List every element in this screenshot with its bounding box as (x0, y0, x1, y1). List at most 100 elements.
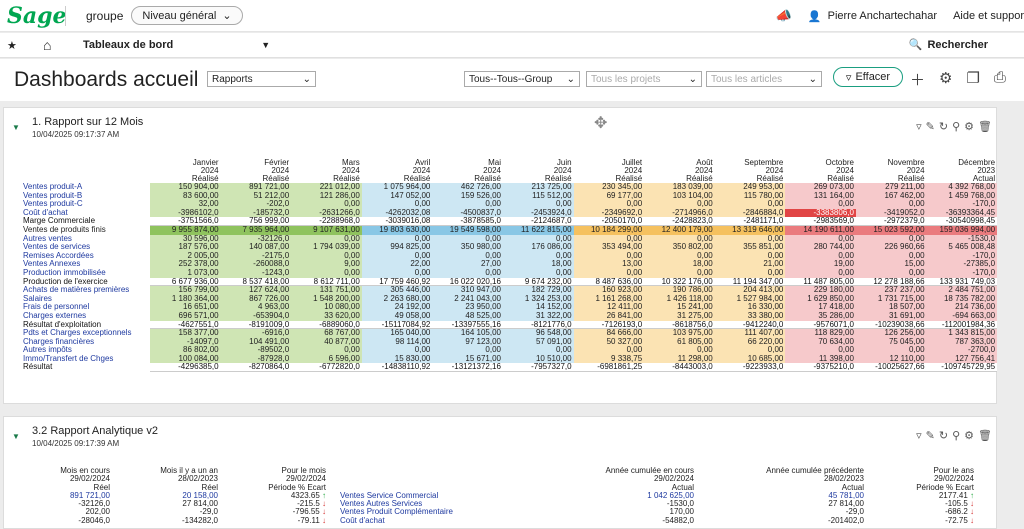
table-cell: -2050170,0 (573, 217, 645, 226)
megaphone-icon[interactable]: 📣 (776, 8, 792, 24)
row-label[interactable]: Ventes Service Commercial (328, 492, 576, 500)
table-cell: 75 045,00 (855, 337, 927, 347)
search-icon[interactable]: ⚲ (952, 120, 960, 133)
trash-icon[interactable]: 🗑 (978, 120, 992, 133)
table-row: Ventes produit-C 32,00 -202,0 0,00 0,00 0,00 0… (23, 200, 998, 209)
column-header: Juillet 2024 Réalisé (574, 159, 645, 183)
row-label[interactable]: Pdts et Charges exceptionnels (23, 329, 150, 338)
table-row: -32126,0 27 814,00 -215.5 ↓ Ventes Autres S… (4, 500, 998, 508)
gear-icon[interactable]: ⚙ (964, 120, 974, 133)
table-cell: 204 413,00 (714, 286, 786, 295)
group-filter-select[interactable]: Tous--Tous--Group ⌄ (464, 71, 580, 87)
table-cell: 6 677 936,00 (150, 277, 221, 287)
add-icon[interactable]: ＋ (910, 69, 925, 90)
projects-select[interactable]: Tous les projets ⌄ (586, 71, 702, 87)
row-label[interactable]: Ventes Produit Complémentaire (328, 508, 576, 516)
row-label[interactable]: Charges externes (23, 312, 150, 321)
search-button[interactable]: 🔍 Rechercher (909, 38, 988, 52)
edit-icon[interactable]: ✎ (926, 429, 935, 442)
move-icon[interactable]: ✥ (594, 113, 607, 133)
row-label[interactable]: Production immobilisée (23, 269, 150, 278)
print-icon[interactable]: ⎙ (994, 69, 1006, 90)
chevron-down-icon[interactable]: ▼ (261, 40, 270, 50)
column-header: 28/02/2023 (823, 475, 864, 484)
star-icon[interactable]: ★ (7, 39, 27, 52)
table-cell: -1243,0 (220, 268, 292, 278)
row-label[interactable]: Salaires (23, 295, 150, 304)
sage-logo[interactable]: Sage (7, 3, 67, 29)
chevron-down-icon: ⌄ (808, 73, 817, 85)
table-cell: 229 180,00 (785, 286, 856, 295)
row-label[interactable]: Ventes produit-A (23, 183, 150, 192)
variance-value: 2177.41 (938, 491, 968, 500)
table-cell: 19 803 630,00 (361, 225, 433, 235)
row-label[interactable]: Ventes Annexes (23, 260, 150, 269)
row-label[interactable]: Ventes Autres Services (328, 500, 576, 508)
row-label[interactable]: Immo/Transfert de Chges (23, 355, 150, 364)
gear-icon[interactable]: ⚙ (939, 69, 952, 90)
column-header: Janvier 2024 Réalisé (150, 159, 221, 183)
table-cell: -29,0 (845, 508, 864, 517)
home-icon[interactable]: ⌂ (43, 37, 69, 53)
row-label[interactable]: Remises Accordées (23, 252, 150, 261)
table-cell: 4 392 768,00 (926, 183, 998, 192)
column-header: Octobre 2024 Réalisé (785, 159, 856, 183)
table-cell: 158 377,00 (150, 329, 221, 338)
row-label[interactable]: Ventes produit-B (23, 192, 150, 201)
row-label[interactable]: Frais de personnel (23, 303, 150, 312)
articles-placeholder: Tous les articles (711, 73, 783, 85)
table-cell: 83 600,00 (150, 191, 221, 201)
articles-select[interactable]: Tous les articles ⌄ (706, 71, 822, 87)
row-label[interactable]: Ventes produit-C (23, 200, 150, 209)
column-header: Mai 2024 Réalisé (432, 159, 503, 183)
table-cell: 111 407,00 (714, 329, 786, 338)
table-cell: -32126,0 (78, 500, 110, 509)
refresh-icon[interactable]: ↻ (939, 120, 948, 133)
table-cell: 0,00 (291, 234, 362, 244)
table-cell: 0,00 (714, 234, 786, 244)
row-label[interactable]: Charges financières (23, 338, 150, 347)
clear-filters-button[interactable]: ▿ Effacer (833, 67, 903, 87)
row-label[interactable]: Coût d'achat (23, 209, 150, 218)
edit-icon[interactable]: ✎ (926, 120, 935, 133)
search-icon[interactable]: ⚲ (952, 429, 960, 442)
table-cell: -2428823,0 (644, 217, 715, 226)
table-cell: -4627551,0 (150, 320, 221, 330)
row-label[interactable]: Coût d'achat (328, 517, 576, 525)
table-cell: 50 327,00 (573, 337, 645, 347)
trash-icon[interactable]: 🗑 (978, 429, 992, 442)
dashboard-menu-label[interactable]: Tableaux de bord (83, 39, 173, 51)
table-row: Charges financières -14097,0 104 491,00 40 … (23, 337, 998, 347)
collapse-toggle-icon[interactable]: ▼ (12, 123, 20, 132)
help-link[interactable]: Aide et suppor (953, 10, 1024, 22)
dashboard-select[interactable]: Rapports ⌄ (207, 71, 316, 87)
table-cell: 19,00 (785, 260, 856, 269)
filter-icon[interactable]: ▿ (916, 120, 922, 133)
table-cell: 140 087,00 (220, 243, 292, 252)
filter-icon[interactable]: ▿ (916, 429, 922, 442)
variance-cell: 4323.65 ↑ (220, 492, 328, 500)
collapse-toggle-icon[interactable]: ▼ (12, 432, 20, 441)
table-cell: 11 487 805,00 (785, 277, 856, 287)
copy-icon[interactable]: ❐ (966, 69, 979, 90)
user-menu[interactable]: 👤 Pierre Anchartechahar (808, 10, 937, 23)
table-cell: 1 180 364,00 (150, 294, 221, 304)
table-cell: -28046,0 (78, 516, 110, 525)
table-cell: 22,00 (361, 260, 433, 269)
row-label[interactable]: Autres ventes (23, 235, 150, 244)
table-cell: -15117084,92 (361, 320, 433, 330)
table-cell: 252 378,00 (150, 260, 221, 269)
table-cell: 31 275,00 (644, 311, 715, 321)
row-label[interactable]: Autres impôts (23, 346, 150, 355)
refresh-icon[interactable]: ↻ (939, 429, 948, 442)
group-selector[interactable]: Niveau général ⌄ (131, 6, 243, 25)
row-label[interactable]: Ventes de services (23, 243, 150, 252)
column-header: Réel (201, 483, 218, 492)
column-header: Année cumulée précédente (766, 467, 864, 475)
table-cell: 350 980,00 (432, 243, 503, 252)
row-label[interactable]: Achats de matières premières (23, 286, 150, 295)
table-cell: -3751566,0 (150, 217, 221, 226)
table-cell: -4296385,0 (150, 363, 221, 373)
gear-icon[interactable]: ⚙ (964, 429, 974, 442)
column-header-t: Actual (972, 173, 996, 183)
